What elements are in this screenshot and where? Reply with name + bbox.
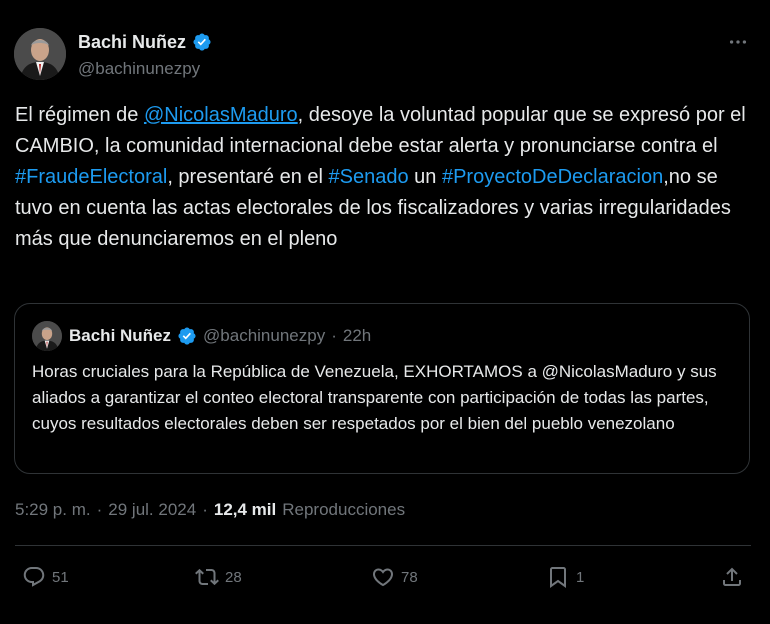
heart-icon (371, 565, 395, 589)
author-handle[interactable]: @bachinunezpy (78, 59, 212, 79)
author-name[interactable]: Bachi Nuñez (78, 32, 186, 53)
hashtag-link[interactable]: #FraudeElectoral (15, 166, 167, 188)
text-segment: El régimen de (15, 104, 144, 126)
quoted-tweet[interactable]: Bachi Nuñez @bachinunezpy · 22h Horas cr… (14, 303, 750, 474)
post-time[interactable]: 5:29 p. m. (15, 500, 91, 520)
meta-separator: · (202, 500, 208, 519)
views-label: Reproducciones (282, 500, 406, 519)
quoted-timestamp: 22h (342, 326, 372, 345)
verified-badge-icon[interactable] (192, 32, 212, 52)
retweet-count: 28 (225, 568, 242, 586)
reply-count: 51 (52, 568, 69, 586)
divider (15, 545, 751, 546)
author-block: Bachi Nuñez @bachinunezpy (78, 30, 212, 79)
retweet-button[interactable]: 28 (195, 560, 242, 594)
tweet: Bachi Nuñez @bachinunezpy El régimen de … (0, 0, 770, 624)
text-segment: , presentaré en el (167, 166, 329, 188)
meta-separator: · (96, 500, 103, 519)
more-icon[interactable] (724, 30, 752, 54)
post-date[interactable]: 29 jul. 2024 (108, 500, 196, 520)
like-button[interactable]: 78 (371, 560, 418, 594)
share-icon (720, 565, 744, 589)
tweet-text: El régimen de @NicolasMaduro, desoye la … (15, 100, 755, 255)
views-count: 12,4 mil (213, 500, 277, 519)
quoted-text: Horas cruciales para la República de Ven… (32, 362, 717, 433)
like-count: 78 (401, 568, 418, 586)
text-segment: un (408, 166, 442, 188)
quoted-header: Bachi Nuñez @bachinunezpy · 22h (69, 323, 371, 349)
action-bar: 51 28 78 1 (0, 560, 770, 594)
tweet-meta: 5:29 p. m. · 29 jul. 2024 · 12,4 mil Rep… (15, 498, 405, 522)
reply-icon (22, 565, 46, 589)
verified-badge-icon (177, 326, 197, 346)
bookmark-icon (546, 565, 570, 589)
bookmark-button[interactable]: 1 (546, 560, 584, 594)
retweet-icon (195, 565, 219, 589)
quoted-author-handle: @bachinunezpy (203, 326, 326, 345)
bookmark-count: 1 (576, 568, 585, 586)
quoted-avatar[interactable] (32, 321, 62, 351)
reply-button[interactable]: 51 (22, 560, 69, 594)
mention-link[interactable]: @NicolasMaduro (144, 104, 298, 126)
hashtag-link[interactable]: #Senado (329, 166, 409, 188)
quoted-separator: · (331, 326, 337, 345)
avatar[interactable] (14, 28, 66, 80)
quoted-author-name: Bachi Nuñez (69, 326, 172, 345)
hashtag-link[interactable]: #ProyectoDeDeclaracion (442, 166, 663, 188)
share-button[interactable] (720, 560, 744, 594)
